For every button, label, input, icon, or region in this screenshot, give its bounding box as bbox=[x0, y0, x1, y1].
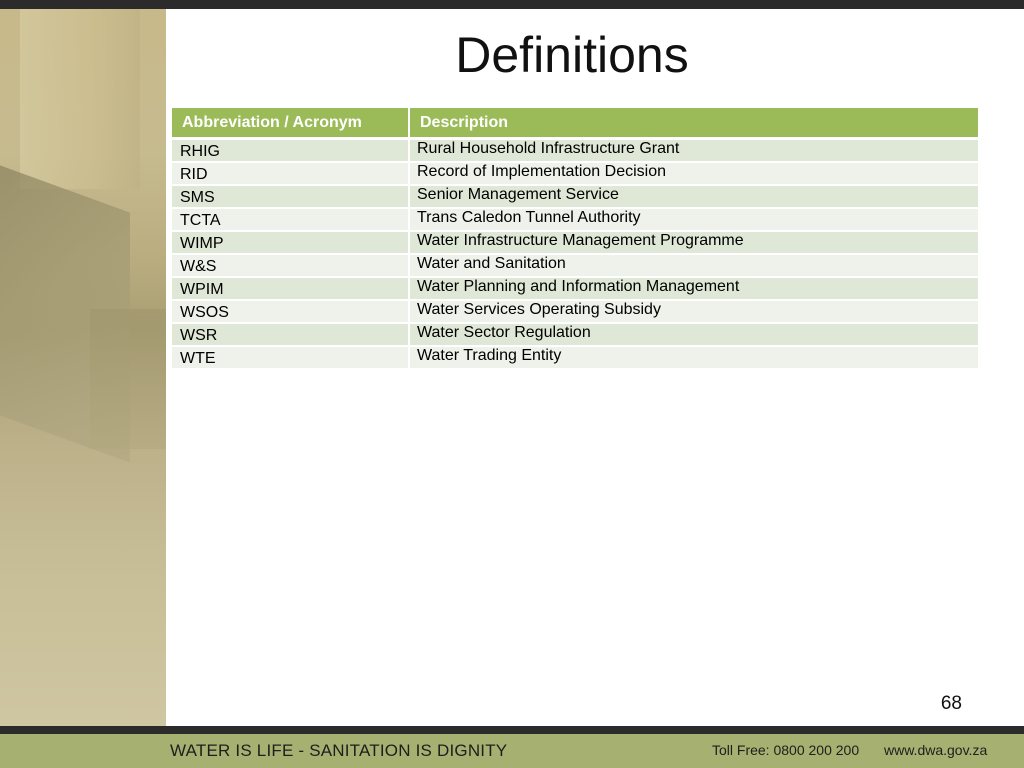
table-header-row: Abbreviation / Acronym Description bbox=[172, 108, 978, 140]
footer-slogan: WATER IS LIFE - SANITATION IS DIGNITY bbox=[170, 741, 508, 760]
footer-website: www.dwa.gov.za bbox=[884, 742, 988, 758]
stone-wall-ledge bbox=[90, 309, 166, 449]
table-row: W&S Water and Sanitation bbox=[172, 255, 978, 278]
table-row: TCTA Trans Caledon Tunnel Authority bbox=[172, 209, 978, 232]
description-cell: Trans Caledon Tunnel Authority bbox=[410, 209, 978, 232]
page-number: 68 bbox=[940, 693, 962, 714]
stone-wall-block bbox=[20, 9, 140, 189]
table-row: WTE Water Trading Entity bbox=[172, 347, 978, 370]
footer-bar: WATER IS LIFE - SANITATION IS DIGNITY To… bbox=[0, 734, 1024, 768]
table-row: RHIG Rural Household Infrastructure Gran… bbox=[172, 140, 978, 163]
description-cell: Water Sector Regulation bbox=[410, 324, 978, 347]
table-row: WSR Water Sector Regulation bbox=[172, 324, 978, 347]
table-row: RID Record of Implementation Decision bbox=[172, 163, 978, 186]
header-description: Description bbox=[410, 108, 978, 140]
description-cell: Record of Implementation Decision bbox=[410, 163, 978, 186]
abbreviation-cell: RID bbox=[172, 163, 410, 186]
description-cell: Rural Household Infrastructure Grant bbox=[410, 140, 978, 163]
abbreviation-cell: WTE bbox=[172, 347, 410, 370]
abbreviation-cell: WSOS bbox=[172, 301, 410, 324]
top-bar bbox=[0, 0, 1024, 9]
footer-divider-bar bbox=[0, 726, 1024, 734]
header-abbreviation: Abbreviation / Acronym bbox=[172, 108, 410, 140]
side-decorative-image bbox=[0, 9, 166, 726]
table-row: WPIM Water Planning and Information Mana… bbox=[172, 278, 978, 301]
slide-title: Definitions bbox=[455, 27, 689, 83]
description-cell: Water and Sanitation bbox=[410, 255, 978, 278]
description-cell: Water Infrastructure Management Programm… bbox=[410, 232, 978, 255]
definitions-table: Abbreviation / Acronym Description RHIG … bbox=[172, 108, 978, 370]
description-cell: Water Trading Entity bbox=[410, 347, 978, 370]
abbreviation-cell: SMS bbox=[172, 186, 410, 209]
abbreviation-cell: RHIG bbox=[172, 140, 410, 163]
description-cell: Water Planning and Information Managemen… bbox=[410, 278, 978, 301]
table-row: WIMP Water Infrastructure Management Pro… bbox=[172, 232, 978, 255]
footer-toll-free: Toll Free: 0800 200 200 bbox=[712, 742, 860, 758]
description-cell: Senior Management Service bbox=[410, 186, 978, 209]
table-row: SMS Senior Management Service bbox=[172, 186, 978, 209]
table-row: WSOS Water Services Operating Subsidy bbox=[172, 301, 978, 324]
abbreviation-cell: WSR bbox=[172, 324, 410, 347]
abbreviation-cell: TCTA bbox=[172, 209, 410, 232]
abbreviation-cell: WPIM bbox=[172, 278, 410, 301]
abbreviation-cell: WIMP bbox=[172, 232, 410, 255]
description-cell: Water Services Operating Subsidy bbox=[410, 301, 978, 324]
abbreviation-cell: W&S bbox=[172, 255, 410, 278]
